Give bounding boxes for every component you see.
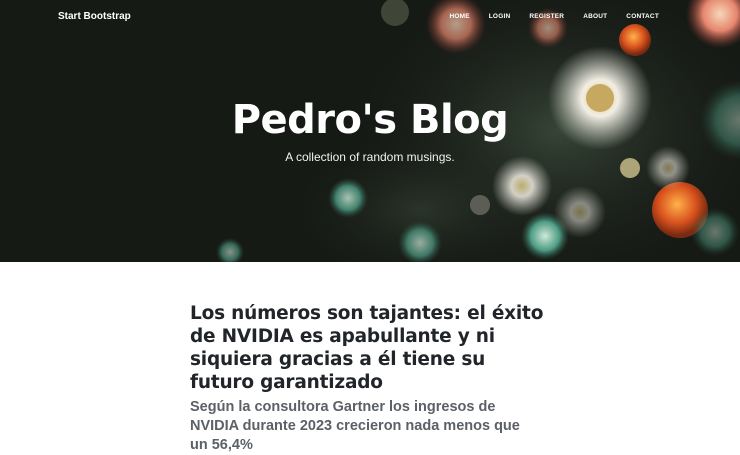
page-subtitle: A collection of random musings.	[285, 150, 455, 164]
nav-home-link[interactable]: HOME	[449, 13, 469, 20]
post-title[interactable]: Los números son tajantes: el éxito de NV…	[190, 302, 550, 394]
nav-register-link[interactable]: REGISTER	[529, 13, 564, 20]
post-preview[interactable]: Los números son tajantes: el éxito de NV…	[190, 302, 550, 455]
post-subtitle: Según la consultora Gartner los ingresos…	[190, 399, 520, 453]
hero-banner: Start Bootstrap HOME LOGIN REGISTER ABOU…	[0, 0, 740, 262]
brand-link[interactable]: Start Bootstrap	[58, 11, 131, 22]
nav-login-link[interactable]: LOGIN	[489, 13, 511, 20]
nav-links: HOME LOGIN REGISTER ABOUT CONTACT	[449, 13, 659, 20]
nav-contact-link[interactable]: CONTACT	[626, 13, 659, 20]
top-navbar: Start Bootstrap HOME LOGIN REGISTER ABOU…	[0, 0, 740, 36]
page-title: Pedro's Blog	[231, 97, 509, 143]
nav-about-link[interactable]: ABOUT	[583, 13, 607, 20]
